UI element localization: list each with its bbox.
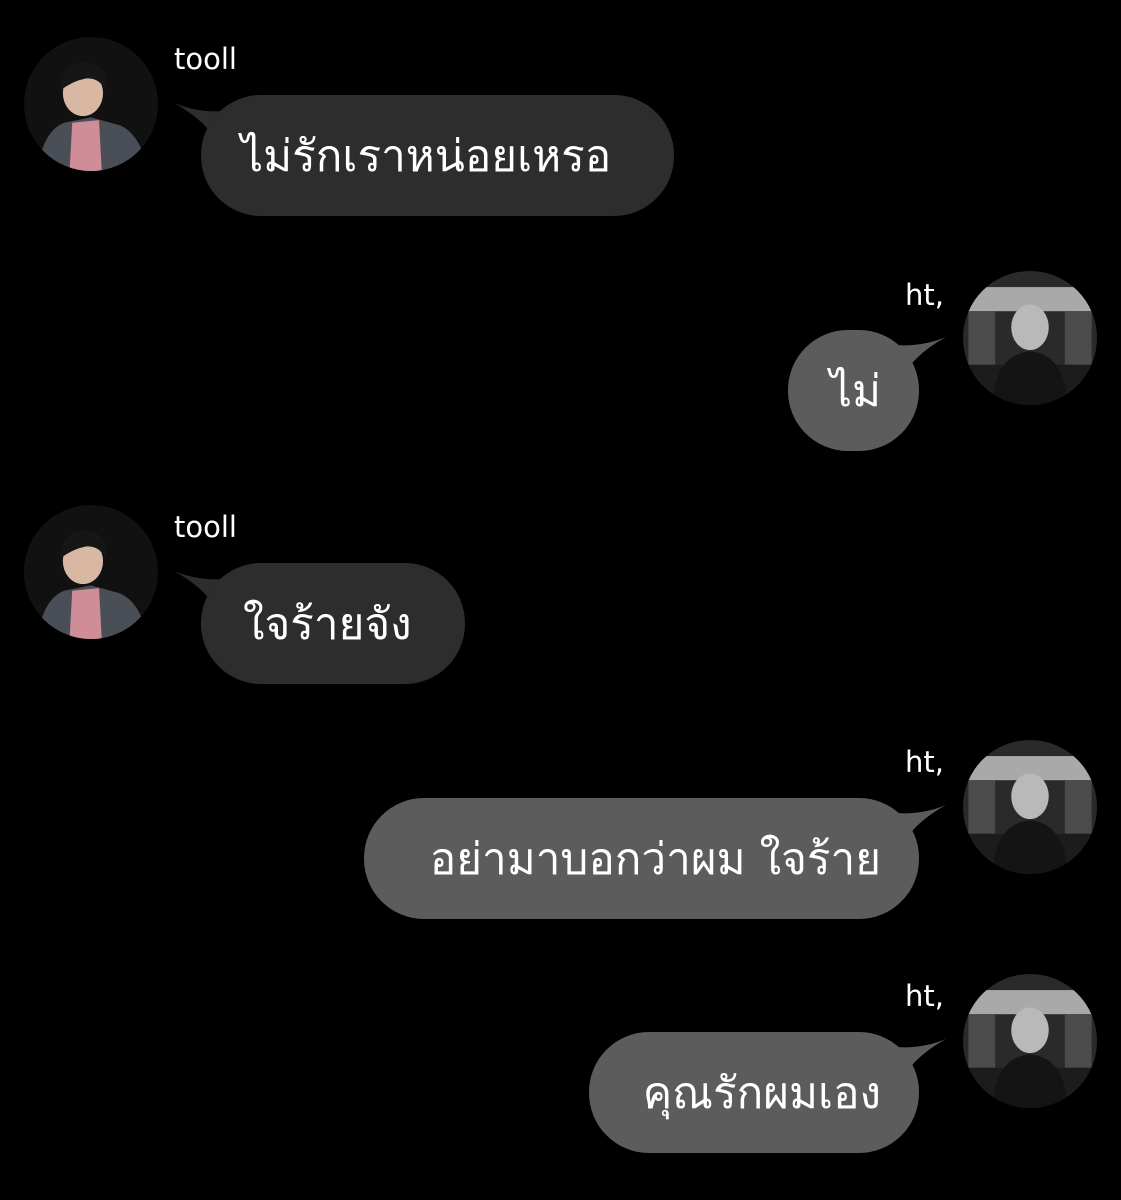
message-text: ไม่รักเราหน่อยเหรอ (241, 130, 612, 182)
grey-hair-boy-avatar-image (963, 974, 1097, 1108)
message-bubble[interactable]: ใจร้ายจัง (201, 563, 465, 684)
sender-name: tooll (174, 510, 237, 544)
message-text: อย่ามาบอกว่าผม ใจร้าย (429, 833, 881, 885)
sender-name: ht, (905, 278, 944, 312)
sender-name: tooll (174, 42, 237, 76)
avatar-ht[interactable] (963, 740, 1097, 874)
pink-shirt-boy-avatar-image (24, 37, 158, 171)
message-bubble[interactable]: ไม่ (788, 330, 919, 451)
grey-hair-boy-avatar-image (963, 740, 1097, 874)
pink-shirt-boy-avatar-image (24, 505, 158, 639)
message-bubble[interactable]: ไม่รักเราหน่อยเหรอ (201, 95, 674, 216)
message-text: ไม่ (829, 365, 881, 417)
avatar-ht[interactable] (963, 974, 1097, 1108)
message-bubble[interactable]: คุณรักผมเอง (589, 1032, 919, 1153)
sender-name: ht, (905, 745, 944, 779)
grey-hair-boy-avatar-image (963, 271, 1097, 405)
message-bubble[interactable]: อย่ามาบอกว่าผม ใจร้าย (364, 798, 919, 919)
sender-name: ht, (905, 979, 944, 1013)
avatar-ht[interactable] (963, 271, 1097, 405)
message-text: คุณรักผมเอง (642, 1067, 881, 1119)
avatar-tooll[interactable] (24, 37, 158, 171)
message-text: ใจร้ายจัง (243, 598, 412, 650)
avatar-tooll[interactable] (24, 505, 158, 639)
